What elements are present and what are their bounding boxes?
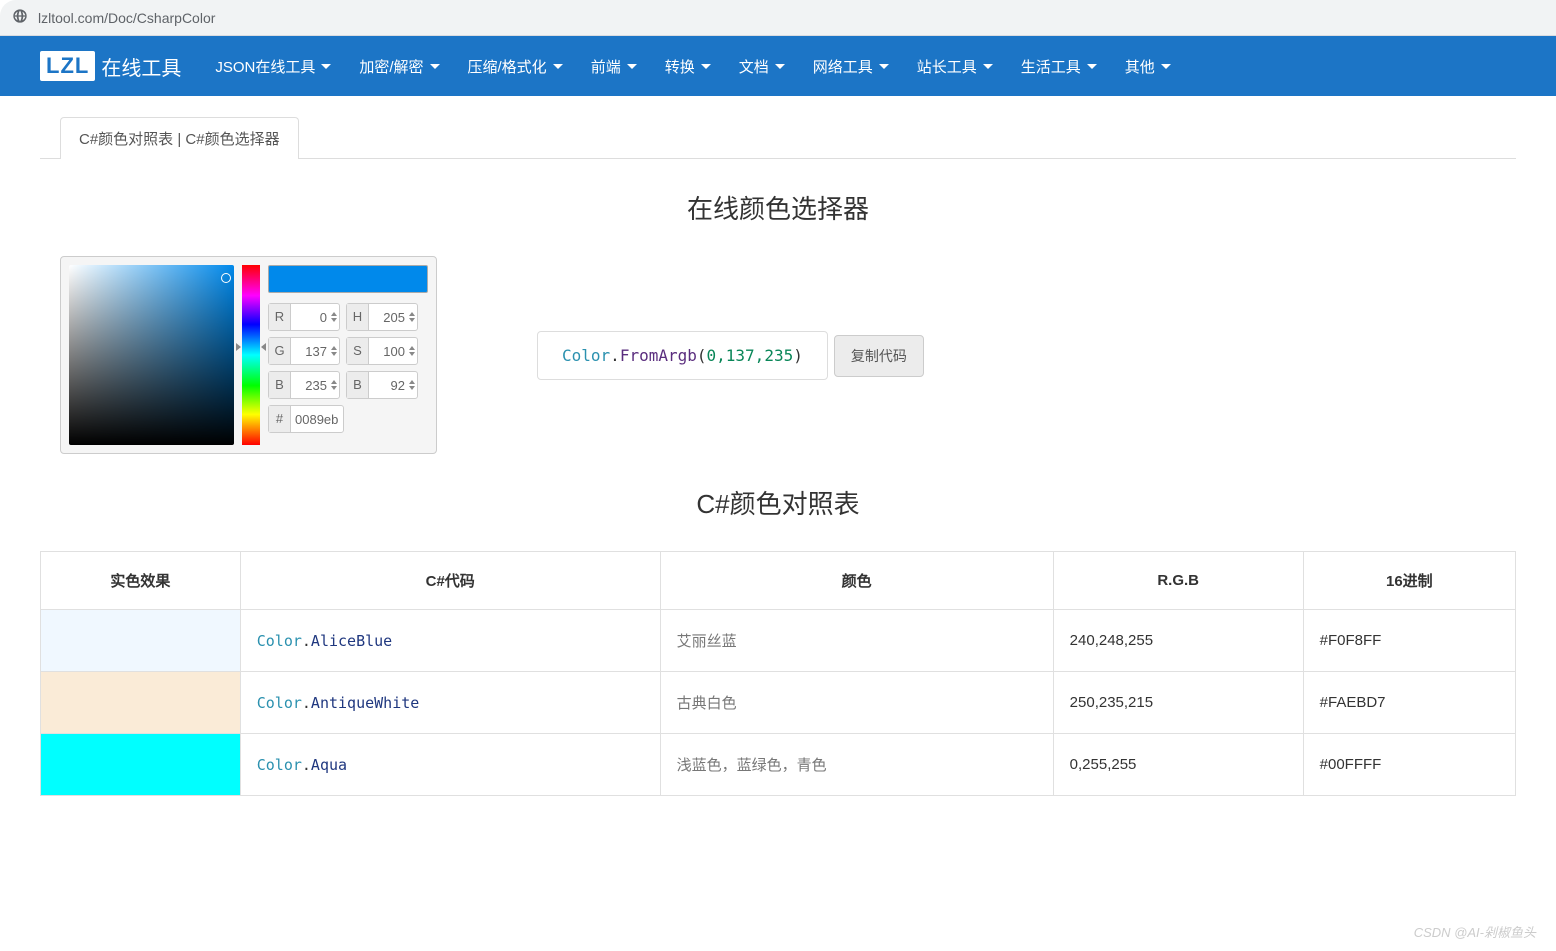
- nav-item[interactable]: 文档: [725, 46, 799, 87]
- chevron-down-icon: [553, 64, 563, 69]
- brand-logo: LZL: [40, 51, 95, 81]
- saturation-cursor[interactable]: [221, 273, 231, 283]
- input-br[interactable]: B: [346, 371, 418, 399]
- input-s[interactable]: S: [346, 337, 418, 365]
- chevron-down-icon: [879, 64, 889, 69]
- nav-item[interactable]: 站长工具: [903, 46, 1007, 87]
- navbar: LZL 在线工具 JSON在线工具加密/解密压缩/格式化前端转换文档网络工具站长…: [0, 36, 1556, 96]
- nav-item[interactable]: 其他: [1111, 46, 1185, 87]
- spin-up-icon[interactable]: [331, 346, 337, 350]
- copy-code-button[interactable]: 复制代码: [834, 335, 924, 377]
- spin-up-icon[interactable]: [409, 312, 415, 316]
- code-box: Color.FromArgb(0,137,235): [537, 331, 828, 380]
- input-b[interactable]: B: [268, 371, 340, 399]
- table-title: C#颜色对照表: [40, 484, 1516, 521]
- watermark: CSDN @AI-剁椒鱼头: [1414, 922, 1536, 941]
- tabs: C#颜色对照表 | C#颜色选择器: [40, 116, 1516, 159]
- spin-up-icon[interactable]: [409, 380, 415, 384]
- spin-up-icon[interactable]: [331, 380, 337, 384]
- input-r[interactable]: R: [268, 303, 340, 331]
- spin-down-icon[interactable]: [331, 318, 337, 322]
- chevron-down-icon: [983, 64, 993, 69]
- table-header: 实色效果: [41, 552, 241, 610]
- cn-cell: 古典白色: [660, 672, 1053, 734]
- input-g[interactable]: G: [268, 337, 340, 365]
- cn-cell: 艾丽丝蓝: [660, 610, 1053, 672]
- table-header: C#代码: [240, 552, 660, 610]
- input-hex[interactable]: #: [268, 405, 344, 433]
- cn-cell: 浅蓝色，蓝绿色，青色: [660, 734, 1053, 796]
- rgb-cell: 250,235,215: [1053, 672, 1303, 734]
- table-row: Color.AliceBlue艾丽丝蓝240,248,255#F0F8FF: [41, 610, 1516, 672]
- hue-handle[interactable]: [236, 343, 266, 351]
- globe-icon: [12, 8, 38, 27]
- nav-item[interactable]: 网络工具: [799, 46, 903, 87]
- brand-text: 在线工具: [101, 52, 181, 81]
- chevron-down-icon: [1161, 64, 1171, 69]
- hex-cell: #00FFFF: [1303, 734, 1515, 796]
- nav-item[interactable]: 前端: [577, 46, 651, 87]
- picker-inputs: R H G S B B #: [268, 265, 428, 445]
- input-h[interactable]: H: [346, 303, 418, 331]
- table-row: Color.AntiqueWhite古典白色250,235,215#FAEBD7: [41, 672, 1516, 734]
- spin-down-icon[interactable]: [409, 352, 415, 356]
- chevron-down-icon: [321, 64, 331, 69]
- table-header: 颜色: [660, 552, 1053, 610]
- table-header: R.G.B: [1053, 552, 1303, 610]
- swatch-cell: [41, 672, 241, 734]
- chevron-down-icon: [627, 64, 637, 69]
- spin-down-icon[interactable]: [331, 386, 337, 390]
- nav-item[interactable]: JSON在线工具: [201, 46, 345, 87]
- spin-down-icon[interactable]: [331, 352, 337, 356]
- color-picker: R H G S B B #: [60, 256, 437, 454]
- swatch-cell: [41, 734, 241, 796]
- nav-item[interactable]: 加密/解密: [345, 46, 453, 87]
- color-table: 实色效果C#代码颜色R.G.B16进制 Color.AliceBlue艾丽丝蓝2…: [40, 551, 1516, 796]
- chevron-down-icon: [1087, 64, 1097, 69]
- chevron-down-icon: [775, 64, 785, 69]
- spin-up-icon[interactable]: [409, 346, 415, 350]
- spin-up-icon[interactable]: [331, 312, 337, 316]
- code-cell: Color.AliceBlue: [240, 610, 660, 672]
- rgb-cell: 0,255,255: [1053, 734, 1303, 796]
- code-cell: Color.Aqua: [240, 734, 660, 796]
- code-area: Color.FromArgb(0,137,235) 复制代码: [537, 331, 924, 380]
- picker-title: 在线颜色选择器: [40, 189, 1516, 226]
- chevron-down-icon: [701, 64, 711, 69]
- tab-color-table[interactable]: C#颜色对照表 | C#颜色选择器: [60, 117, 299, 159]
- hex-cell: #F0F8FF: [1303, 610, 1515, 672]
- spin-down-icon[interactable]: [409, 386, 415, 390]
- nav-item[interactable]: 压缩/格式化: [454, 46, 577, 87]
- swatch-cell: [41, 610, 241, 672]
- nav-menu: JSON在线工具加密/解密压缩/格式化前端转换文档网络工具站长工具生活工具其他: [201, 46, 1184, 87]
- chevron-down-icon: [430, 64, 440, 69]
- brand[interactable]: LZL 在线工具: [40, 51, 181, 81]
- hex-cell: #FAEBD7: [1303, 672, 1515, 734]
- spin-down-icon[interactable]: [409, 318, 415, 322]
- table-row: Color.Aqua浅蓝色，蓝绿色，青色0,255,255#00FFFF: [41, 734, 1516, 796]
- code-cell: Color.AntiqueWhite: [240, 672, 660, 734]
- nav-item[interactable]: 转换: [651, 46, 725, 87]
- saturation-panel[interactable]: [69, 265, 234, 445]
- color-swatch: [268, 265, 428, 293]
- nav-item[interactable]: 生活工具: [1007, 46, 1111, 87]
- table-header: 16进制: [1303, 552, 1515, 610]
- rgb-cell: 240,248,255: [1053, 610, 1303, 672]
- address-bar[interactable]: lzltool.com/Doc/CsharpColor: [0, 0, 1556, 36]
- url-text: lzltool.com/Doc/CsharpColor: [38, 10, 215, 26]
- hue-slider[interactable]: [242, 265, 260, 445]
